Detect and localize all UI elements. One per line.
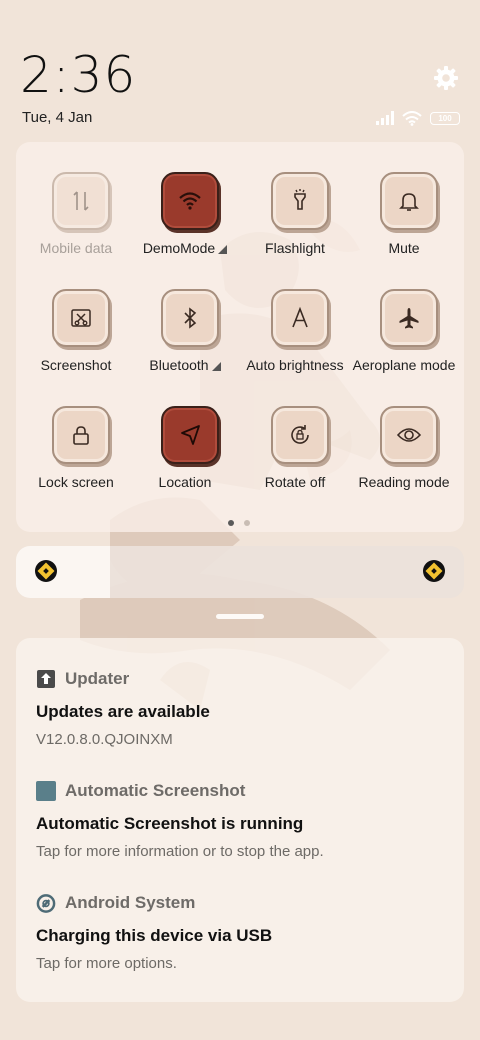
tile-location[interactable]: Location xyxy=(130,376,240,490)
tile-toggle-button[interactable] xyxy=(271,172,329,230)
location-icon xyxy=(181,425,200,445)
tile-label-text: Mobile data xyxy=(39,240,113,256)
lock-icon xyxy=(73,426,89,445)
notification-title: Charging this device via USB xyxy=(36,926,273,945)
clock: 2:36 xyxy=(20,46,137,104)
tile-label: Mute xyxy=(339,240,469,256)
tile-screenshot[interactable]: Screenshot xyxy=(21,259,131,373)
tile-label-text: DemoMode xyxy=(142,240,216,256)
quick-settings-panel: Mobile data DemoMode Flashlight Mute Screens… xyxy=(16,142,464,532)
drag-handle[interactable] xyxy=(216,614,264,619)
wifi-status-icon xyxy=(402,110,422,126)
notification-automatic-screenshot[interactable]: Automatic Screenshot Automatic Screensho… xyxy=(36,780,456,860)
date: Tue, 4 Jan xyxy=(22,109,93,126)
tile-toggle-button[interactable] xyxy=(380,172,438,230)
wifi-icon xyxy=(179,192,201,210)
expand-caret-icon[interactable] xyxy=(211,362,221,371)
tile-label-text: Mute xyxy=(388,240,420,256)
tile-label-text: Lock screen xyxy=(38,474,114,490)
tile-rotate-off[interactable]: Rotate off xyxy=(240,376,350,490)
mobile-data-icon xyxy=(73,191,89,211)
tile-toggle-button[interactable] xyxy=(161,289,219,347)
tile-demomode[interactable]: DemoMode xyxy=(130,142,240,256)
page-dot-1[interactable] xyxy=(228,520,234,526)
page-dot-2[interactable] xyxy=(244,520,250,526)
tile-label: Aeroplane mode xyxy=(339,357,469,373)
tile-lock-screen[interactable]: Lock screen xyxy=(21,376,131,490)
brightness-low-icon xyxy=(35,560,57,582)
notification-updater[interactable]: Updater Updates are available V12.0.8.0.… xyxy=(36,668,456,748)
tile-label-text: Rotate off xyxy=(264,474,326,490)
tile-toggle-button[interactable] xyxy=(52,172,110,230)
auto-brightness-icon xyxy=(292,306,308,328)
notification-app-name: Updater xyxy=(65,669,130,688)
tile-toggle-button[interactable] xyxy=(380,406,438,464)
notification-app-name: Automatic Screenshot xyxy=(65,781,246,800)
brightness-high-icon xyxy=(423,560,445,582)
eye-icon xyxy=(396,428,422,442)
screenshot-icon xyxy=(71,309,91,327)
rotate-lock-icon xyxy=(291,425,309,444)
notification-text: Tap for more options. xyxy=(36,955,177,972)
tile-mobile-data[interactable]: Mobile data xyxy=(21,142,131,256)
status-icons: 100 xyxy=(376,109,460,127)
tile-label-text: Location xyxy=(158,474,212,490)
tile-toggle-button[interactable] xyxy=(161,172,219,230)
tile-toggle-button[interactable] xyxy=(52,406,110,464)
tile-label-text: Bluetooth xyxy=(149,357,209,373)
tile-flashlight[interactable]: Flashlight xyxy=(240,142,350,256)
tile-label-text: Flashlight xyxy=(265,240,325,256)
bluetooth-icon xyxy=(184,307,197,329)
updater-icon xyxy=(36,669,56,689)
settings-gear-icon[interactable] xyxy=(432,64,460,92)
tile-toggle-button[interactable] xyxy=(380,289,438,347)
notification-title: Automatic Screenshot is running xyxy=(36,814,304,833)
signal-icon xyxy=(376,111,394,125)
bell-icon xyxy=(399,193,419,211)
tile-toggle-button[interactable] xyxy=(52,289,110,347)
tile-label-text: Screenshot xyxy=(40,357,112,373)
notification-text: Tap for more information or to stop the … xyxy=(36,843,324,860)
flashlight-icon xyxy=(294,189,306,210)
tile-auto-brightness[interactable]: Auto brightness xyxy=(240,259,350,373)
tile-mute[interactable]: Mute xyxy=(349,142,459,256)
notification-text: V12.0.8.0.QJOINXM xyxy=(36,731,173,748)
tile-reading-mode[interactable]: Reading mode xyxy=(349,376,459,490)
brightness-fill xyxy=(16,546,110,598)
android-system-icon xyxy=(36,893,56,913)
tile-label-text: Reading mode xyxy=(358,474,450,490)
notification-app-name: Android System xyxy=(65,893,196,912)
tile-toggle-button[interactable] xyxy=(161,406,219,464)
brightness-slider[interactable] xyxy=(16,546,464,598)
notification-panel: Updater Updates are available V12.0.8.0.… xyxy=(16,638,464,1002)
tile-toggle-button[interactable] xyxy=(271,406,329,464)
tile-label: Reading mode xyxy=(339,474,469,490)
battery-indicator: 100 xyxy=(430,111,460,125)
notification-title: Updates are available xyxy=(36,702,210,721)
screenshot-app-icon xyxy=(36,781,56,801)
airplane-icon xyxy=(399,308,419,329)
status-area: 2:36 Tue, 4 Jan 100 xyxy=(0,0,480,140)
page-indicator xyxy=(228,520,250,526)
tile-toggle-button[interactable] xyxy=(271,289,329,347)
tile-label-text: Aeroplane mode xyxy=(352,357,456,373)
tile-aeroplane-mode[interactable]: Aeroplane mode xyxy=(349,259,459,373)
tile-bluetooth[interactable]: Bluetooth xyxy=(130,259,240,373)
notification-android-system[interactable]: Android System Charging this device via … xyxy=(36,892,456,972)
expand-caret-icon[interactable] xyxy=(218,245,228,254)
tile-label-text: Auto brightness xyxy=(246,357,344,373)
